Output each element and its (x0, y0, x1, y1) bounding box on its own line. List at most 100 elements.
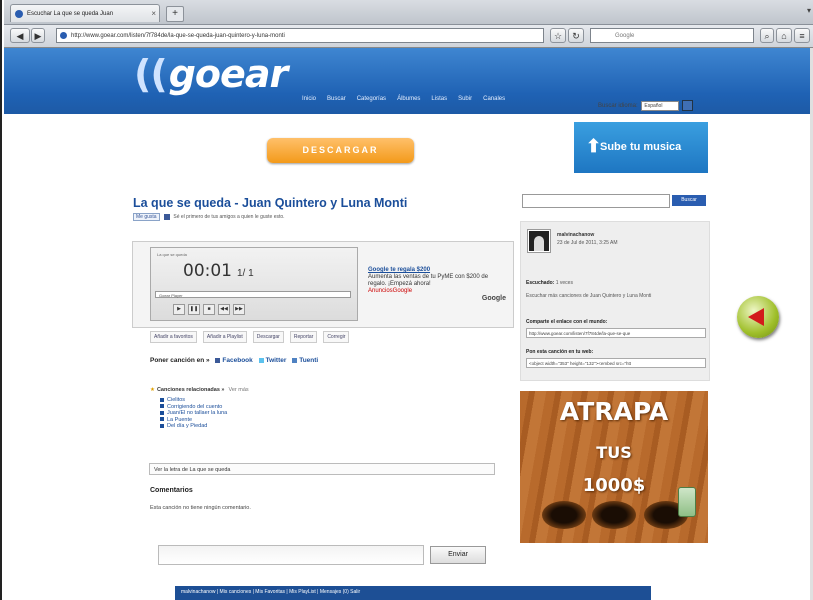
logo-text: goear (168, 52, 288, 96)
forward-button[interactable]: ▶ (31, 28, 45, 43)
user-footer-bar[interactable]: malvinachanow | Mis canciones | Mis Favo… (175, 586, 651, 600)
ad-banner[interactable]: ATRAPA TUS 1000$ (520, 391, 708, 543)
back-arrow-button[interactable] (737, 296, 779, 338)
language-label: Buscar idioma: (598, 103, 638, 110)
related-more-link[interactable]: Ver más (229, 387, 249, 393)
uploader-name[interactable]: malvinachanow (557, 232, 594, 238)
player-time: 00:01 (183, 261, 232, 281)
hole-icon (592, 501, 636, 529)
share-facebook-label: Facebook (222, 357, 253, 364)
twitter-icon (258, 357, 264, 363)
like-line: Me gusta Sé el primero de tus amigos a q… (133, 213, 285, 221)
related-list: Cielitos Corrigiendo del cuento Juan/El … (160, 397, 249, 430)
stop-icon[interactable]: ■ (203, 304, 215, 315)
comments-title: Comentarios (150, 487, 193, 494)
nav-item-categorias[interactable]: Categorías (357, 96, 386, 102)
main-nav: Inicio Buscar Categorías Álbumes Listas … (302, 96, 505, 102)
nav-item-albumes[interactable]: Álbumes (397, 96, 420, 102)
pause-icon[interactable]: ❚❚ (188, 304, 200, 315)
banner-line-2: TUS (596, 443, 632, 462)
player-controls: ▶ ❚❚ ■ ◀◀ ▶▶ (173, 304, 245, 315)
hole-icon (542, 501, 586, 529)
left-arrow-icon (748, 308, 764, 326)
share-link-label: Comparte el enlace con el mundo: (526, 319, 608, 325)
list-item[interactable]: Del día y Piedad (160, 423, 249, 430)
play-icon[interactable]: ▶ (173, 304, 185, 315)
tab-list-icon[interactable]: ▾ (807, 6, 811, 15)
nav-item-inicio[interactable]: Inicio (302, 96, 316, 102)
google-ads-logo: Google (481, 295, 506, 302)
web-search-placeholder: Google (615, 33, 635, 39)
nav-item-subir[interactable]: Subir (458, 96, 472, 102)
site-icon (60, 32, 67, 39)
correct-button[interactable]: Corregir (323, 331, 350, 343)
navigation-bar: ◀ ▶ http://www.goear.com/listen/7f784de/… (4, 25, 813, 48)
ad-headline[interactable]: Google te regala $200 (368, 267, 508, 274)
sound-wave-icon: (( (134, 52, 168, 96)
back-button[interactable]: ◀ (10, 28, 30, 43)
bookmark-star-icon[interactable]: ☆ (550, 28, 566, 43)
player-song-label: La que se queda (157, 252, 187, 257)
goear-logo[interactable]: ((goear (134, 52, 288, 96)
upload-date: 23 de Jul de 2011, 3:25 AM (557, 240, 618, 246)
sidebar-search-input[interactable] (522, 194, 670, 208)
facebook-icon (215, 357, 221, 363)
send-comment-button[interactable]: Enviar (430, 546, 486, 564)
tuenti-icon (292, 357, 298, 363)
nav-item-listas[interactable]: Listas (431, 96, 447, 102)
player-progress-bar[interactable]: Goear Player (155, 291, 351, 298)
address-bar[interactable]: http://www.goear.com/listen/7f784de/la-q… (56, 28, 544, 43)
related-songs: ★ Canciones relacionadas » Ver más Cielito… (150, 387, 249, 430)
sidebar-search-button[interactable]: Buscar (672, 195, 706, 206)
share-tuenti-link[interactable]: Tuenti (292, 357, 318, 364)
download-button[interactable]: DESCARGAR (267, 138, 414, 163)
next-icon[interactable]: ▶▶ (233, 304, 245, 315)
download-song-button[interactable]: Descargar (252, 331, 284, 343)
menu-icon[interactable]: ≡ (794, 28, 810, 43)
add-favorites-button[interactable]: Añadir a favoritos (150, 331, 197, 343)
close-tab-icon[interactable]: × (151, 5, 156, 22)
avatar[interactable] (528, 230, 550, 252)
song-actions: Añadir a favoritos Añadir a Playlist Des… (150, 331, 350, 343)
player-track-count: 1/ 1 (237, 268, 254, 279)
banner-line-1: ATRAPA (559, 397, 669, 426)
language-select[interactable]: Español (641, 100, 680, 111)
listened-row: Escuchado: 1 veces (526, 280, 573, 286)
related-title: Canciones relacionadas » (156, 387, 225, 393)
share-twitter-link[interactable]: Twitter (258, 357, 287, 364)
related-header: ★ Canciones relacionadas » Ver más (150, 387, 249, 393)
report-button[interactable]: Reportar (289, 331, 318, 343)
listened-value: 1 veces (555, 280, 573, 286)
site-header: ((goear Inicio Buscar Categorías Álbumes… (4, 48, 813, 114)
search-icon[interactable]: ⌕ (760, 28, 774, 43)
reload-icon[interactable]: ↻ (568, 28, 584, 43)
share-row: Poner canción en » Facebook Twitter Tuen… (150, 357, 318, 364)
add-playlist-button[interactable]: Añadir a Playlist (202, 331, 247, 343)
more-songs-link[interactable]: Escuchar más canciones de Juan Quintero … (526, 293, 696, 299)
new-tab-button[interactable]: + (166, 6, 184, 22)
nav-item-buscar[interactable]: Buscar (327, 96, 346, 102)
tab-bar: Escuchar La que se queda Juan × + ▾ (4, 0, 813, 25)
share-twitter-label: Twitter (265, 357, 287, 364)
up-arrow-icon: ⬆ (586, 136, 602, 156)
nav-item-canales[interactable]: Canales (483, 96, 505, 102)
lyrics-link[interactable]: Ver la letra de La que se queda (149, 463, 495, 475)
favicon-icon (15, 10, 23, 18)
language-go-button[interactable] (682, 100, 694, 111)
web-search-input[interactable]: Google (590, 28, 754, 43)
upload-music-button[interactable]: ⬆ Sube tu musica (574, 122, 708, 173)
home-icon[interactable]: ⌂ (776, 28, 792, 43)
url-text: http://www.goear.com/listen/7f784de/la-q… (71, 33, 285, 39)
text-ad[interactable]: Google te regala $200 Aumenta las ventas… (368, 267, 508, 302)
star-icon: ★ (150, 387, 155, 393)
share-label: Poner canción en » (150, 357, 210, 364)
browser-tab[interactable]: Escuchar La que se queda Juan × (10, 4, 160, 22)
like-button[interactable]: Me gusta (133, 213, 160, 221)
comment-input[interactable] (158, 545, 424, 565)
embed-code-field[interactable]: <object width="353" height="132"><embed … (526, 358, 706, 368)
ad-link[interactable]: AnunciosGoogle (368, 288, 508, 295)
previous-icon[interactable]: ◀◀ (218, 304, 230, 315)
share-facebook-link[interactable]: Facebook (215, 357, 253, 364)
share-link-field[interactable]: http://www.goear.com/listen/7f784de/la-q… (526, 328, 706, 338)
ad-body: Aumenta las ventas de tu PyME con $200 d… (368, 274, 489, 287)
